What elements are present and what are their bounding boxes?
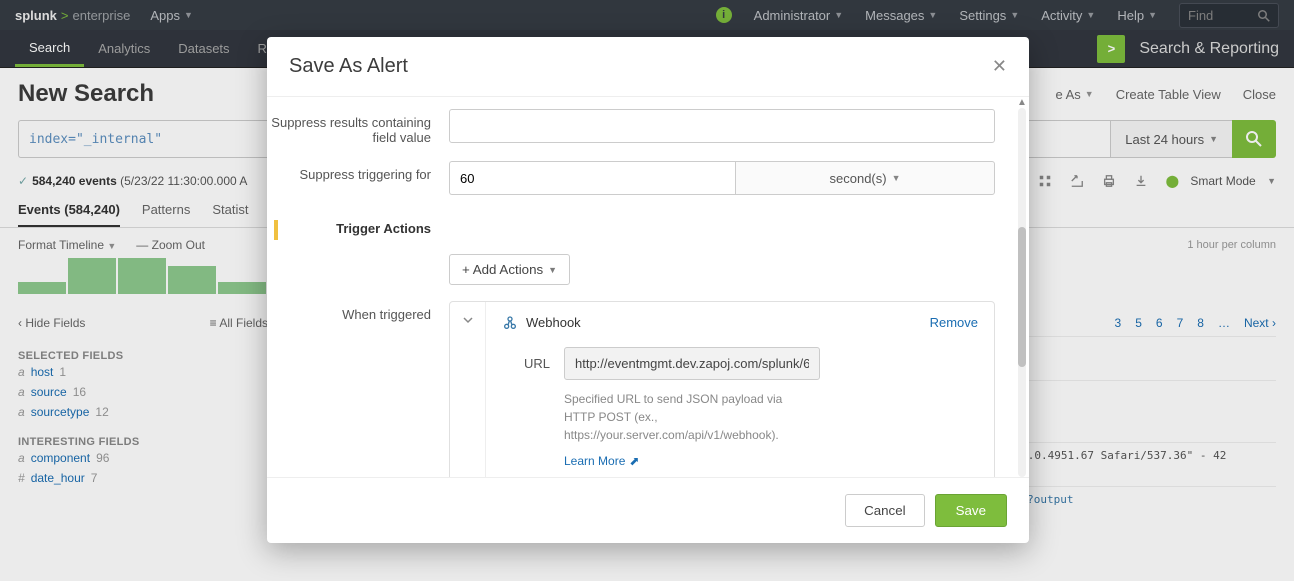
modal-body: ▲ Suppress results containing field valu… bbox=[267, 97, 1029, 477]
save-button[interactable]: Save bbox=[935, 494, 1007, 527]
close-icon[interactable]: ✕ bbox=[992, 56, 1007, 77]
scrollbar[interactable]: ▲ bbox=[1017, 97, 1027, 477]
suppress-for-label: Suppress triggering for bbox=[267, 161, 449, 182]
url-label: URL bbox=[502, 356, 550, 371]
learn-more-link[interactable]: Learn More⬈ bbox=[502, 444, 639, 468]
suppress-results-label: Suppress results containing field value bbox=[267, 109, 449, 145]
modal-footer: Cancel Save bbox=[267, 477, 1029, 543]
scroll-thumb[interactable] bbox=[1018, 227, 1026, 367]
caret-down-icon: ▼ bbox=[548, 265, 557, 275]
save-as-alert-modal: Save As Alert ✕ ▲ Suppress results conta… bbox=[267, 37, 1029, 543]
collapse-toggle[interactable] bbox=[450, 302, 486, 477]
webhook-title-label: Webhook bbox=[526, 315, 581, 330]
trigger-actions-header: Trigger Actions bbox=[267, 211, 449, 246]
cancel-button[interactable]: Cancel bbox=[845, 494, 925, 527]
modal-edge-marker bbox=[274, 220, 278, 240]
add-actions-button[interactable]: + Add Actions▼ bbox=[449, 254, 570, 285]
modal-header: Save As Alert ✕ bbox=[267, 37, 1029, 97]
suppress-for-value-input[interactable] bbox=[449, 161, 735, 195]
chevron-down-icon bbox=[462, 314, 474, 326]
caret-down-icon: ▼ bbox=[892, 173, 901, 183]
when-triggered-label: When triggered bbox=[267, 301, 449, 322]
modal-title: Save As Alert bbox=[289, 55, 408, 78]
external-link-icon: ⬈ bbox=[629, 454, 639, 468]
url-help-text: Specified URL to send JSON payload via H… bbox=[502, 380, 802, 444]
suppress-results-input[interactable] bbox=[449, 109, 995, 143]
scroll-up-arrow-icon[interactable]: ▲ bbox=[1017, 97, 1027, 108]
suppress-for-unit-dropdown[interactable]: second(s)▼ bbox=[735, 161, 995, 195]
webhook-action-box: Webhook Remove URL Specified URL to send… bbox=[449, 301, 995, 477]
webhook-icon bbox=[502, 314, 518, 331]
remove-action-link[interactable]: Remove bbox=[930, 315, 978, 330]
webhook-url-input[interactable] bbox=[564, 347, 820, 380]
